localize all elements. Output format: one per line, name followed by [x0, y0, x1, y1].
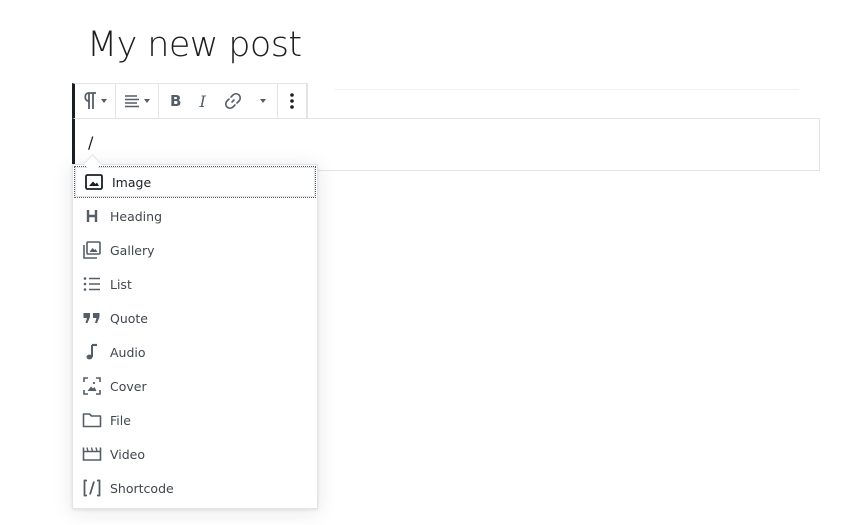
- bold-icon: B: [170, 92, 182, 110]
- menu-item-label: Video: [110, 446, 146, 462]
- menu-item-label: Cover: [110, 378, 147, 394]
- audio-icon: [81, 341, 103, 363]
- paragraph-switcher-button[interactable]: [80, 87, 110, 115]
- formatting-group: B I: [159, 84, 278, 118]
- align-button[interactable]: [121, 87, 153, 115]
- menu-item-label: List: [110, 276, 132, 292]
- menu-item-shortcode[interactable]: Shortcode: [73, 472, 317, 504]
- cover-icon: [81, 375, 103, 397]
- file-icon: [81, 409, 103, 431]
- menu-item-label: Gallery: [110, 242, 155, 258]
- block-toolbar: B I: [72, 83, 308, 118]
- block-autocomplete-menu: Image Heading Gallery List Quote Audio C…: [72, 164, 318, 509]
- alignment-group: [116, 84, 159, 118]
- menu-item-file[interactable]: File: [73, 404, 317, 436]
- gallery-icon: [81, 239, 103, 261]
- bold-button[interactable]: B: [167, 87, 184, 115]
- menu-item-list[interactable]: List: [73, 268, 317, 300]
- link-icon: [224, 92, 242, 110]
- menu-item-label: Shortcode: [110, 480, 174, 496]
- chevron-down-icon: [259, 99, 266, 103]
- italic-icon: I: [199, 91, 206, 111]
- shortcode-icon: [81, 477, 103, 499]
- menu-item-label: File: [110, 412, 131, 428]
- menu-item-video[interactable]: Video: [73, 438, 317, 470]
- menu-item-quote[interactable]: Quote: [73, 302, 317, 334]
- heading-icon: [81, 205, 103, 227]
- list-icon: [81, 273, 103, 295]
- toolbar-divider: [335, 89, 799, 90]
- menu-item-gallery[interactable]: Gallery: [73, 234, 317, 266]
- menu-item-label: Image: [112, 174, 152, 190]
- menu-item-heading[interactable]: Heading: [73, 200, 317, 232]
- more-vertical-icon: [289, 92, 294, 110]
- quote-icon: [81, 307, 103, 329]
- menu-item-label: Audio: [110, 344, 146, 360]
- block-type-group: [75, 84, 116, 118]
- image-icon: [83, 171, 105, 193]
- editor-page: My new post B I / Image Heading Gallery …: [0, 0, 850, 525]
- video-icon: [81, 443, 103, 465]
- menu-item-cover[interactable]: Cover: [73, 370, 317, 402]
- post-title[interactable]: My new post: [87, 22, 302, 68]
- more-formatting-button[interactable]: [257, 87, 269, 115]
- chevron-down-icon: [101, 99, 107, 103]
- italic-button[interactable]: I: [196, 87, 208, 115]
- more-options-button[interactable]: [287, 87, 297, 115]
- menu-item-audio[interactable]: Audio: [73, 336, 317, 368]
- link-button[interactable]: [221, 87, 245, 115]
- chevron-down-icon: [144, 99, 150, 103]
- menu-item-label: Quote: [110, 310, 149, 326]
- menu-item-image[interactable]: Image: [74, 166, 316, 198]
- paragraph-icon: [83, 92, 97, 110]
- menu-item-label: Heading: [110, 208, 163, 224]
- block-text[interactable]: /: [88, 133, 93, 152]
- more-options-group: [278, 84, 307, 118]
- align-left-icon: [124, 94, 140, 108]
